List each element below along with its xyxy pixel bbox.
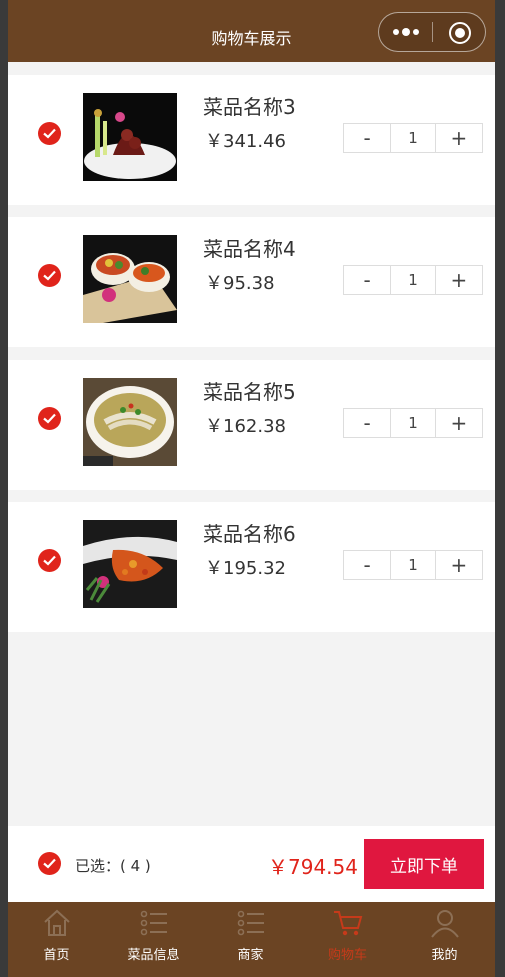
quantity-value[interactable]: 1 <box>390 409 436 437</box>
item-checkbox[interactable] <box>38 122 61 145</box>
cart-icon <box>334 911 363 936</box>
user-icon <box>431 910 459 938</box>
cart-item: 菜品名称4 ￥95.38 - 1 + <box>8 217 495 347</box>
check-icon <box>43 128 56 139</box>
select-all-checkbox[interactable] <box>38 852 61 875</box>
decrease-button[interactable]: - <box>344 124 390 152</box>
list-icon <box>237 910 264 936</box>
dish-image <box>83 520 177 608</box>
tab-label: 我的 <box>431 948 458 963</box>
check-icon <box>43 413 56 424</box>
dish-name: 菜品名称3 <box>203 95 296 119</box>
increase-button[interactable]: + <box>436 551 482 579</box>
mini-program-capsule <box>378 12 486 52</box>
tab-me[interactable]: 我的 <box>396 902 493 977</box>
dish-price: ￥195.32 <box>205 558 286 579</box>
increase-button[interactable]: + <box>436 124 482 152</box>
dish-price: ￥95.38 <box>205 273 275 294</box>
tab-merchant[interactable]: 商家 <box>202 902 299 977</box>
cart-item: 菜品名称6 ￥195.32 - 1 + <box>8 502 495 632</box>
tab-home[interactable]: 首页 <box>8 902 105 977</box>
decrease-button[interactable]: - <box>344 409 390 437</box>
cart-item: 菜品名称3 ￥341.46 - 1 + <box>8 75 495 205</box>
cart-item: 菜品名称5 ￥162.38 - 1 + <box>8 360 495 490</box>
phone-screen: 购物车展示 菜品名称3 ￥341.46 - 1 + 菜品名称4 ￥95.38 -… <box>8 0 495 977</box>
nav-header: 购物车展示 <box>8 0 495 62</box>
dish-price: ￥341.46 <box>205 131 286 152</box>
item-checkbox[interactable] <box>38 407 61 430</box>
tab-cart[interactable]: 购物车 <box>299 902 396 977</box>
home-icon <box>44 909 70 936</box>
item-checkbox[interactable] <box>38 549 61 572</box>
quantity-stepper: - 1 + <box>343 408 483 438</box>
tab-label: 购物车 <box>327 948 367 963</box>
tab-dish-info[interactable]: 菜品信息 <box>105 902 202 977</box>
check-icon <box>43 858 56 869</box>
dish-name: 菜品名称6 <box>203 522 296 546</box>
check-icon <box>43 270 56 281</box>
close-miniprogram-icon[interactable] <box>449 22 471 44</box>
dish-image <box>83 378 177 466</box>
quantity-value[interactable]: 1 <box>390 266 436 294</box>
list-icon <box>140 910 167 936</box>
more-icon[interactable] <box>393 27 421 37</box>
quantity-stepper: - 1 + <box>343 123 483 153</box>
quantity-stepper: - 1 + <box>343 265 483 295</box>
decrease-button[interactable]: - <box>344 551 390 579</box>
tab-label: 菜品信息 <box>127 948 180 963</box>
capsule-divider <box>432 22 433 42</box>
increase-button[interactable]: + <box>436 266 482 294</box>
tab-label: 商家 <box>237 948 264 963</box>
dish-price: ￥162.38 <box>205 416 286 437</box>
quantity-value[interactable]: 1 <box>390 551 436 579</box>
check-icon <box>43 555 56 566</box>
quantity-value[interactable]: 1 <box>390 124 436 152</box>
cart-summary-bar: 已选：( 4 ) ￥794.54 立即下单 <box>8 826 495 902</box>
selected-count: 已选：( 4 ) <box>75 857 151 875</box>
dish-image <box>83 93 177 181</box>
dish-name: 菜品名称5 <box>203 380 296 404</box>
dish-name: 菜品名称4 <box>203 237 296 261</box>
item-checkbox[interactable] <box>38 264 61 287</box>
decrease-button[interactable]: - <box>344 266 390 294</box>
quantity-stepper: - 1 + <box>343 550 483 580</box>
place-order-button[interactable]: 立即下单 <box>364 839 484 889</box>
total-price: ￥794.54 <box>268 855 358 879</box>
dish-image <box>83 235 177 323</box>
bottom-tab-bar: 首页 菜品信息 商家 购物车 我的 <box>8 902 495 977</box>
tab-label: 首页 <box>43 948 70 963</box>
increase-button[interactable]: + <box>436 409 482 437</box>
